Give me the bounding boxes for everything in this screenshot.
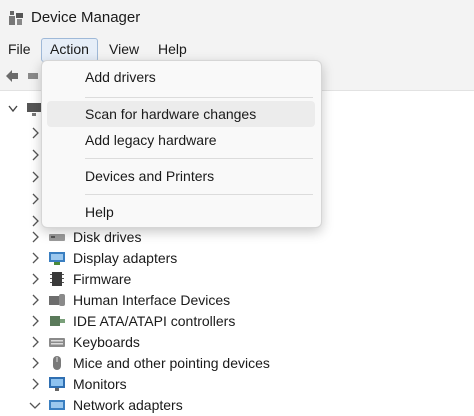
monitor-icon: [49, 377, 65, 391]
chevron-right-icon[interactable]: [30, 149, 40, 161]
tree-item-disk-drives[interactable]: Disk drives: [0, 227, 474, 248]
chevron-right-icon[interactable]: [30, 357, 40, 369]
menu-help[interactable]: Help: [150, 38, 195, 60]
tree-item-label: Keyboards: [73, 334, 140, 350]
tree-item-monitors[interactable]: Monitors: [0, 374, 474, 395]
chevron-right-icon[interactable]: [30, 294, 40, 306]
tree-item-label: IDE ATA/ATAPI controllers: [73, 313, 236, 329]
tree-item-network-adapters[interactable]: Network adapters: [0, 395, 474, 416]
tree-item-label: Human Interface Devices: [73, 292, 231, 308]
chevron-down-icon[interactable]: [8, 105, 18, 113]
chevron-right-icon[interactable]: [30, 315, 40, 327]
menu-bar: File Action View Help: [0, 36, 474, 62]
action-menu-dropdown: Add drivers Scan for hardware changes Ad…: [41, 60, 322, 228]
menu-separator: [85, 97, 313, 98]
tree-item-keyboards[interactable]: Keyboards: [0, 332, 474, 353]
forward-arrow-icon[interactable]: [27, 68, 39, 84]
tree-item-label: Mice and other pointing devices: [73, 355, 270, 371]
tree-item-human-interface-devices[interactable]: Human Interface Devices: [0, 290, 474, 311]
computer-icon: [27, 103, 41, 116]
menu-item-scan-for-hardware-changes[interactable]: Scan for hardware changes: [47, 101, 315, 127]
chevron-right-icon[interactable]: [30, 252, 40, 264]
mouse-icon: [53, 356, 61, 370]
menu-separator: [85, 194, 313, 195]
menu-separator: [85, 158, 313, 159]
tree-item-label: Monitors: [73, 376, 127, 392]
menu-item-devices-and-printers[interactable]: Devices and Printers: [47, 163, 315, 189]
chevron-right-icon[interactable]: [30, 378, 40, 390]
menu-item-add-legacy-hardware[interactable]: Add legacy hardware: [47, 127, 315, 153]
disk-drive-icon: [49, 234, 65, 241]
tree-item-label: Firmware: [73, 271, 132, 287]
menu-file[interactable]: File: [0, 38, 39, 60]
device-manager-icon: [9, 11, 23, 25]
firmware-chip-icon: [50, 272, 64, 286]
chevron-right-icon[interactable]: [30, 193, 40, 205]
chevron-right-icon[interactable]: [30, 231, 40, 243]
menu-item-help[interactable]: Help: [47, 199, 315, 225]
display-adapter-icon: [49, 252, 65, 265]
menu-view[interactable]: View: [101, 38, 147, 60]
tree-item-display-adapters[interactable]: Display adapters: [0, 248, 474, 269]
menu-item-add-drivers[interactable]: Add drivers: [47, 64, 315, 90]
chevron-right-icon[interactable]: [30, 215, 40, 227]
tree-item-mice-and-other-pointing-devices[interactable]: Mice and other pointing devices: [0, 353, 474, 374]
tree-item-label: Disk drives: [73, 229, 142, 245]
title-bar: Device Manager: [0, 0, 474, 36]
menu-action[interactable]: Action: [41, 38, 98, 62]
ide-controller-icon: [50, 316, 65, 326]
back-arrow-icon[interactable]: [4, 68, 20, 84]
tree-item-label: Display adapters: [73, 250, 178, 266]
window-title: Device Manager: [31, 9, 141, 26]
chevron-right-icon[interactable]: [30, 171, 40, 183]
chevron-right-icon[interactable]: [30, 127, 40, 139]
keyboard-icon: [49, 338, 65, 347]
chevron-down-icon[interactable]: [29, 401, 41, 411]
chevron-right-icon[interactable]: [30, 336, 40, 348]
hid-icon: [49, 294, 65, 306]
tree-item-ide-ata-atapi-controllers[interactable]: IDE ATA/ATAPI controllers: [0, 311, 474, 332]
tree-item-firmware[interactable]: Firmware: [0, 269, 474, 290]
chevron-right-icon[interactable]: [30, 273, 40, 285]
